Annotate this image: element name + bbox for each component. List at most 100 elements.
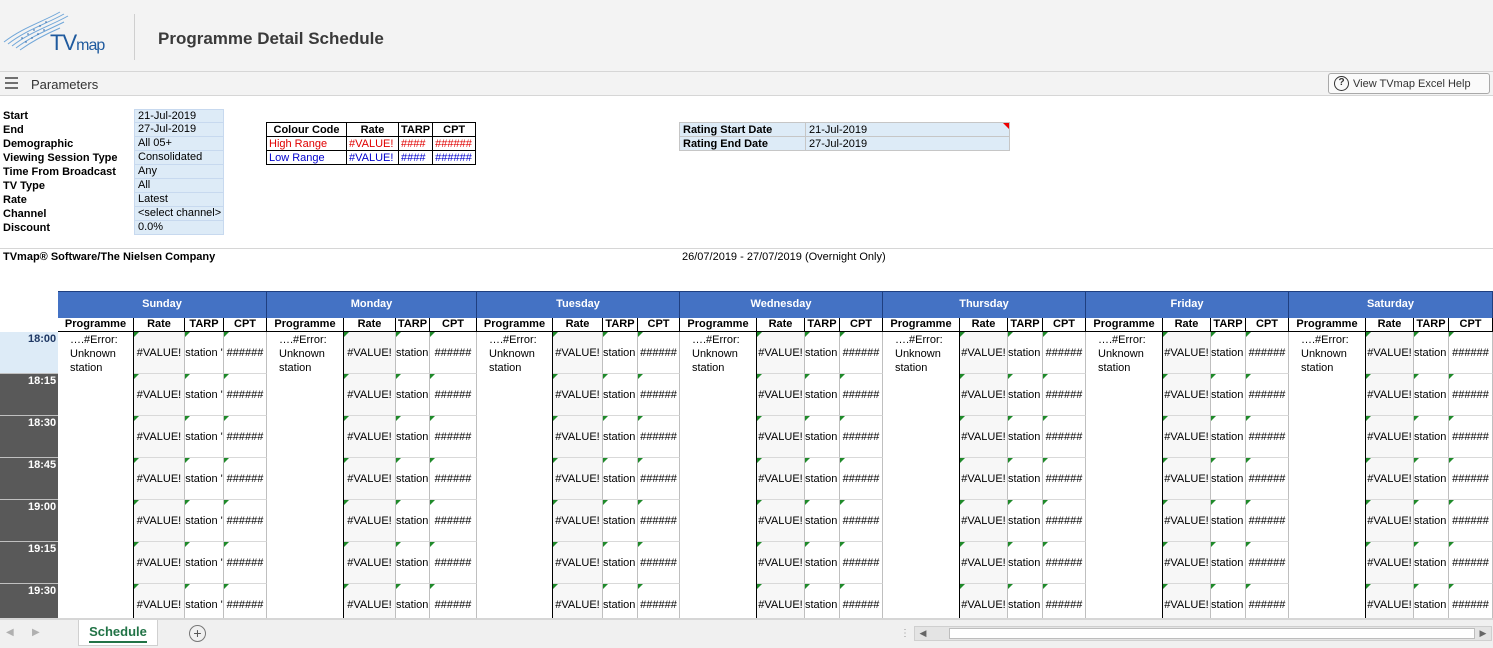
cpt-cell[interactable]: ######: [840, 542, 883, 584]
tarp-cell[interactable]: station ': [185, 584, 224, 618]
rate-cell[interactable]: #VALUE!: [1163, 416, 1211, 458]
rating-end-value[interactable]: 27-Jul-2019: [805, 136, 1010, 151]
cpt-cell[interactable]: ######: [224, 332, 267, 374]
rate-cell[interactable]: #VALUE!: [553, 416, 603, 458]
cpt-cell[interactable]: ######: [1043, 458, 1086, 500]
rate-cell[interactable]: #VALUE!: [1366, 332, 1414, 374]
cpt-cell[interactable]: ######: [1043, 584, 1086, 618]
parameter-value[interactable]: <select channel>: [134, 207, 224, 221]
tarp-cell[interactable]: station ': [185, 542, 224, 584]
rate-cell[interactable]: #VALUE!: [757, 542, 805, 584]
tarp-cell[interactable]: station ': [603, 374, 638, 416]
tarp-cell[interactable]: station ': [1414, 416, 1449, 458]
tarp-cell[interactable]: station ': [1414, 374, 1449, 416]
high-range-cpt[interactable]: ######: [432, 136, 477, 151]
cpt-cell[interactable]: ######: [430, 584, 477, 618]
tarp-cell[interactable]: station ': [1414, 332, 1449, 374]
help-button[interactable]: ? View TVmap Excel Help: [1328, 73, 1490, 94]
rate-cell[interactable]: #VALUE!: [344, 458, 396, 500]
tarp-cell[interactable]: station ': [1211, 458, 1246, 500]
cpt-cell[interactable]: ######: [430, 542, 477, 584]
rate-cell[interactable]: #VALUE!: [134, 500, 185, 542]
cpt-cell[interactable]: ######: [430, 458, 477, 500]
rate-cell[interactable]: #VALUE!: [1366, 458, 1414, 500]
cpt-cell[interactable]: ######: [840, 458, 883, 500]
low-range-rate[interactable]: #VALUE!: [346, 150, 399, 165]
tarp-cell[interactable]: station ': [396, 584, 430, 618]
rate-cell[interactable]: #VALUE!: [134, 542, 185, 584]
parameter-value[interactable]: 27-Jul-2019: [134, 123, 224, 137]
parameter-value[interactable]: Any: [134, 165, 224, 179]
cpt-cell[interactable]: ######: [638, 332, 680, 374]
tarp-cell[interactable]: station ': [603, 416, 638, 458]
rate-cell[interactable]: #VALUE!: [757, 416, 805, 458]
cpt-cell[interactable]: ######: [1246, 542, 1289, 584]
rate-cell[interactable]: #VALUE!: [1366, 584, 1414, 618]
rate-cell[interactable]: #VALUE!: [344, 584, 396, 618]
tarp-cell[interactable]: station ': [1414, 458, 1449, 500]
cpt-cell[interactable]: ######: [638, 374, 680, 416]
cpt-cell[interactable]: ######: [224, 458, 267, 500]
cpt-cell[interactable]: ######: [224, 500, 267, 542]
rate-cell[interactable]: #VALUE!: [757, 374, 805, 416]
rate-cell[interactable]: #VALUE!: [553, 374, 603, 416]
cpt-cell[interactable]: ######: [1043, 416, 1086, 458]
rate-cell[interactable]: #VALUE!: [1163, 332, 1211, 374]
cpt-cell[interactable]: ######: [638, 542, 680, 584]
programme-cell[interactable]: ….#Error: Unknown station: [1289, 332, 1366, 618]
cpt-cell[interactable]: ######: [840, 500, 883, 542]
cpt-cell[interactable]: ######: [1043, 374, 1086, 416]
tarp-cell[interactable]: station ': [1211, 374, 1246, 416]
scroll-left-icon[interactable]: ◀: [915, 627, 931, 640]
cpt-cell[interactable]: ######: [224, 374, 267, 416]
tarp-cell[interactable]: station ': [805, 416, 840, 458]
tarp-cell[interactable]: station ': [185, 332, 224, 374]
tarp-cell[interactable]: station ': [603, 332, 638, 374]
rate-cell[interactable]: #VALUE!: [553, 542, 603, 584]
parameter-value[interactable]: All 05+: [134, 137, 224, 151]
cpt-cell[interactable]: ######: [1246, 584, 1289, 618]
rate-cell[interactable]: #VALUE!: [757, 332, 805, 374]
cpt-cell[interactable]: ######: [1246, 500, 1289, 542]
cpt-cell[interactable]: ######: [430, 500, 477, 542]
cpt-cell[interactable]: ######: [224, 584, 267, 618]
cpt-cell[interactable]: ######: [638, 458, 680, 500]
tarp-cell[interactable]: station ': [1008, 416, 1043, 458]
rate-cell[interactable]: #VALUE!: [1163, 458, 1211, 500]
rate-cell[interactable]: #VALUE!: [134, 332, 185, 374]
parameter-value[interactable]: 0.0%: [134, 221, 224, 235]
programme-cell[interactable]: ….#Error: Unknown station: [883, 332, 960, 618]
sheet-tab-schedule[interactable]: Schedule: [78, 620, 158, 646]
tarp-cell[interactable]: station ': [396, 458, 430, 500]
cpt-cell[interactable]: ######: [1449, 374, 1493, 416]
rate-cell[interactable]: #VALUE!: [1163, 542, 1211, 584]
cpt-cell[interactable]: ######: [638, 416, 680, 458]
cpt-cell[interactable]: ######: [1449, 332, 1493, 374]
cpt-cell[interactable]: ######: [430, 416, 477, 458]
rate-cell[interactable]: #VALUE!: [757, 458, 805, 500]
prev-sheet-icon[interactable]: ◀: [6, 627, 14, 638]
tarp-cell[interactable]: station ': [1414, 500, 1449, 542]
rate-cell[interactable]: #VALUE!: [553, 500, 603, 542]
rate-cell[interactable]: #VALUE!: [960, 584, 1008, 618]
cpt-cell[interactable]: ######: [1449, 458, 1493, 500]
tarp-cell[interactable]: station ': [805, 332, 840, 374]
rate-cell[interactable]: #VALUE!: [960, 458, 1008, 500]
cpt-cell[interactable]: ######: [1449, 416, 1493, 458]
scrollbar-thumb[interactable]: [949, 628, 1475, 639]
rate-cell[interactable]: #VALUE!: [134, 458, 185, 500]
rate-cell[interactable]: #VALUE!: [757, 500, 805, 542]
rate-cell[interactable]: #VALUE!: [134, 416, 185, 458]
tab-split-handle-icon[interactable]: ⋮: [900, 628, 910, 639]
rate-cell[interactable]: #VALUE!: [960, 542, 1008, 584]
tarp-cell[interactable]: station ': [1211, 416, 1246, 458]
rate-cell[interactable]: #VALUE!: [960, 374, 1008, 416]
cpt-cell[interactable]: ######: [224, 542, 267, 584]
rate-cell[interactable]: #VALUE!: [757, 584, 805, 618]
programme-cell[interactable]: ….#Error: Unknown station: [1086, 332, 1163, 618]
tarp-cell[interactable]: station ': [396, 542, 430, 584]
cpt-cell[interactable]: ######: [638, 584, 680, 618]
rate-cell[interactable]: #VALUE!: [960, 332, 1008, 374]
rate-cell[interactable]: #VALUE!: [960, 500, 1008, 542]
rating-start-value[interactable]: 21-Jul-2019: [805, 122, 1010, 137]
